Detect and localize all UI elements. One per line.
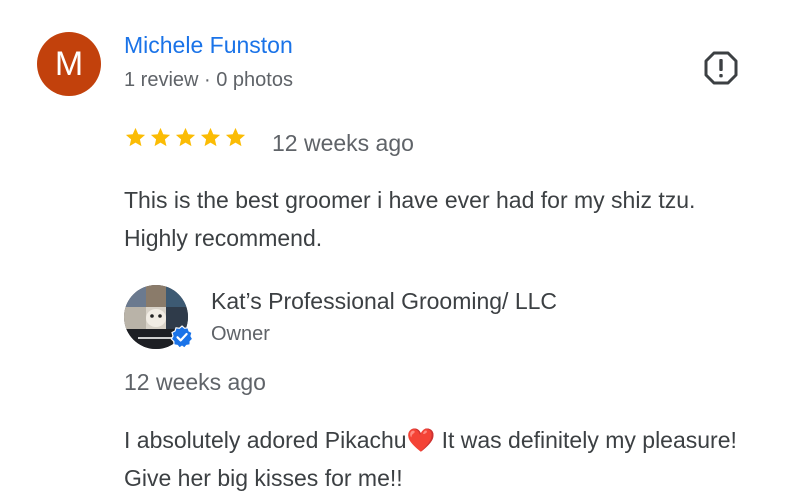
star-rating <box>124 126 247 149</box>
star-icon <box>225 127 246 147</box>
owner-reply-text: I absolutely adored Pikachu❤️ It was def… <box>124 427 737 491</box>
owner-role: Owner <box>211 323 270 345</box>
report-flag-icon[interactable] <box>703 50 739 86</box>
reviewer-name-link[interactable]: Michele Funston <box>124 32 293 59</box>
star-icon <box>150 127 171 147</box>
star-icon <box>125 127 146 147</box>
star-icon <box>175 127 196 147</box>
verified-badge-icon <box>170 325 194 349</box>
star-icon <box>200 127 221 147</box>
reviewer-meta: 1 review · 0 photos <box>124 69 293 91</box>
owner-avatar[interactable] <box>124 285 194 349</box>
review-date: 12 weeks ago <box>272 130 414 156</box>
reply-date: 12 weeks ago <box>124 369 266 395</box>
review-text: This is the best groomer i have ever had… <box>124 187 696 251</box>
reviewer-avatar[interactable]: M <box>37 32 101 96</box>
owner-name: Kat’s Professional Grooming/ LLC <box>211 288 558 314</box>
